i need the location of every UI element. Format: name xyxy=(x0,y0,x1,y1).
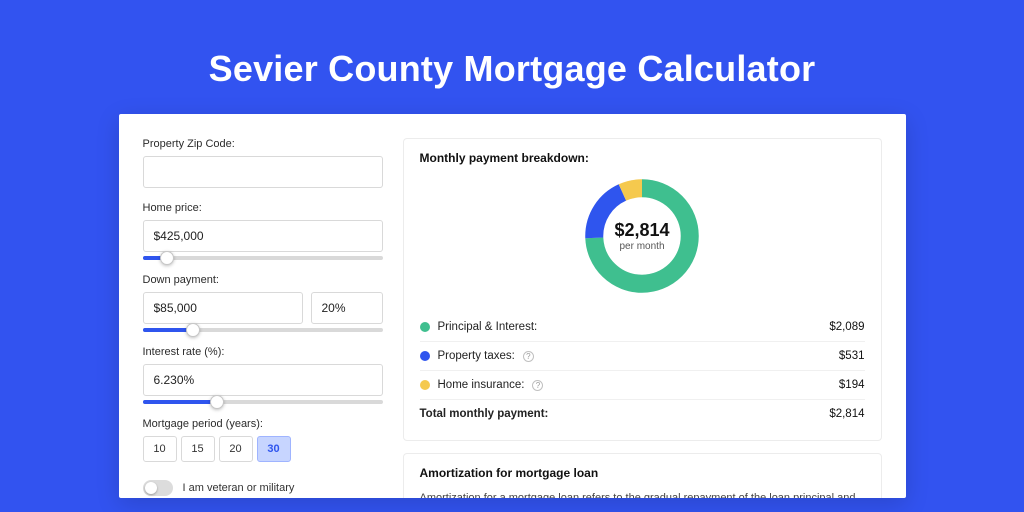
form-column: Property Zip Code: Home price: Down paym… xyxy=(143,138,383,488)
zip-label: Property Zip Code: xyxy=(143,138,383,150)
donut-chart: $2,814 per month xyxy=(579,173,705,299)
breakdown-item-label: Property taxes: xyxy=(438,350,515,362)
breakdown-item-amount: $2,089 xyxy=(829,321,864,333)
zip-input[interactable] xyxy=(143,156,383,188)
page-title: Sevier County Mortgage Calculator xyxy=(209,48,816,90)
period-row: 10152030 xyxy=(143,436,383,462)
legend-dot-blue xyxy=(420,351,430,361)
legend-dot-yellow xyxy=(420,380,430,390)
breakdown-lines: Principal & Interest: $2,089 Property taxe… xyxy=(420,313,865,399)
home-price-slider-thumb[interactable] xyxy=(160,251,174,265)
help-icon[interactable]: ? xyxy=(523,351,534,362)
breakdown-item-label: Home insurance: xyxy=(438,379,525,391)
home-price-group: Home price: xyxy=(143,202,383,260)
interest-slider[interactable] xyxy=(143,400,383,404)
amortization-title: Amortization for mortgage loan xyxy=(420,466,865,480)
breakdown-line: Home insurance:? $194 xyxy=(420,370,865,399)
down-payment-slider[interactable] xyxy=(143,328,383,332)
help-icon[interactable]: ? xyxy=(532,380,543,391)
total-value: $2,814 xyxy=(829,408,864,420)
down-payment-pct-input[interactable] xyxy=(311,292,383,324)
breakdown-title: Monthly payment breakdown: xyxy=(420,151,865,165)
home-price-slider[interactable] xyxy=(143,256,383,260)
home-price-label: Home price: xyxy=(143,202,383,214)
donut-sub: per month xyxy=(619,241,664,252)
down-payment-slider-thumb[interactable] xyxy=(186,323,200,337)
breakdown-line: Principal & Interest: $2,089 xyxy=(420,313,865,341)
amortization-panel: Amortization for mortgage loan Amortizat… xyxy=(403,453,882,498)
results-column: Monthly payment breakdown: $2,814 per mo… xyxy=(403,138,882,488)
calculator-card: Property Zip Code: Home price: Down paym… xyxy=(119,114,906,498)
interest-slider-fill xyxy=(143,400,217,404)
interest-group: Interest rate (%): xyxy=(143,346,383,404)
period-group: Mortgage period (years): 10152030 xyxy=(143,418,383,462)
veteran-row: I am veteran or military xyxy=(143,480,383,496)
period-button-30[interactable]: 30 xyxy=(257,436,291,462)
period-button-10[interactable]: 10 xyxy=(143,436,177,462)
down-payment-input[interactable] xyxy=(143,292,303,324)
period-label: Mortgage period (years): xyxy=(143,418,383,430)
period-button-20[interactable]: 20 xyxy=(219,436,253,462)
zip-group: Property Zip Code: xyxy=(143,138,383,188)
donut-center: $2,814 per month xyxy=(579,173,705,299)
home-price-input[interactable] xyxy=(143,220,383,252)
breakdown-item-label: Principal & Interest: xyxy=(438,321,538,333)
total-line: Total monthly payment: $2,814 xyxy=(420,399,865,428)
interest-slider-thumb[interactable] xyxy=(210,395,224,409)
veteran-toggle[interactable] xyxy=(143,480,173,496)
amortization-text: Amortization for a mortgage loan refers … xyxy=(420,490,865,498)
down-payment-group: Down payment: xyxy=(143,274,383,332)
breakdown-item-amount: $194 xyxy=(839,379,865,391)
donut-amount: $2,814 xyxy=(614,220,669,241)
breakdown-item-amount: $531 xyxy=(839,350,865,362)
down-payment-label: Down payment: xyxy=(143,274,383,286)
interest-label: Interest rate (%): xyxy=(143,346,383,358)
total-label: Total monthly payment: xyxy=(420,408,549,420)
veteran-label: I am veteran or military xyxy=(183,482,295,494)
period-button-15[interactable]: 15 xyxy=(181,436,215,462)
legend-dot-green xyxy=(420,322,430,332)
breakdown-line: Property taxes:? $531 xyxy=(420,341,865,370)
interest-input[interactable] xyxy=(143,364,383,396)
breakdown-panel: Monthly payment breakdown: $2,814 per mo… xyxy=(403,138,882,441)
